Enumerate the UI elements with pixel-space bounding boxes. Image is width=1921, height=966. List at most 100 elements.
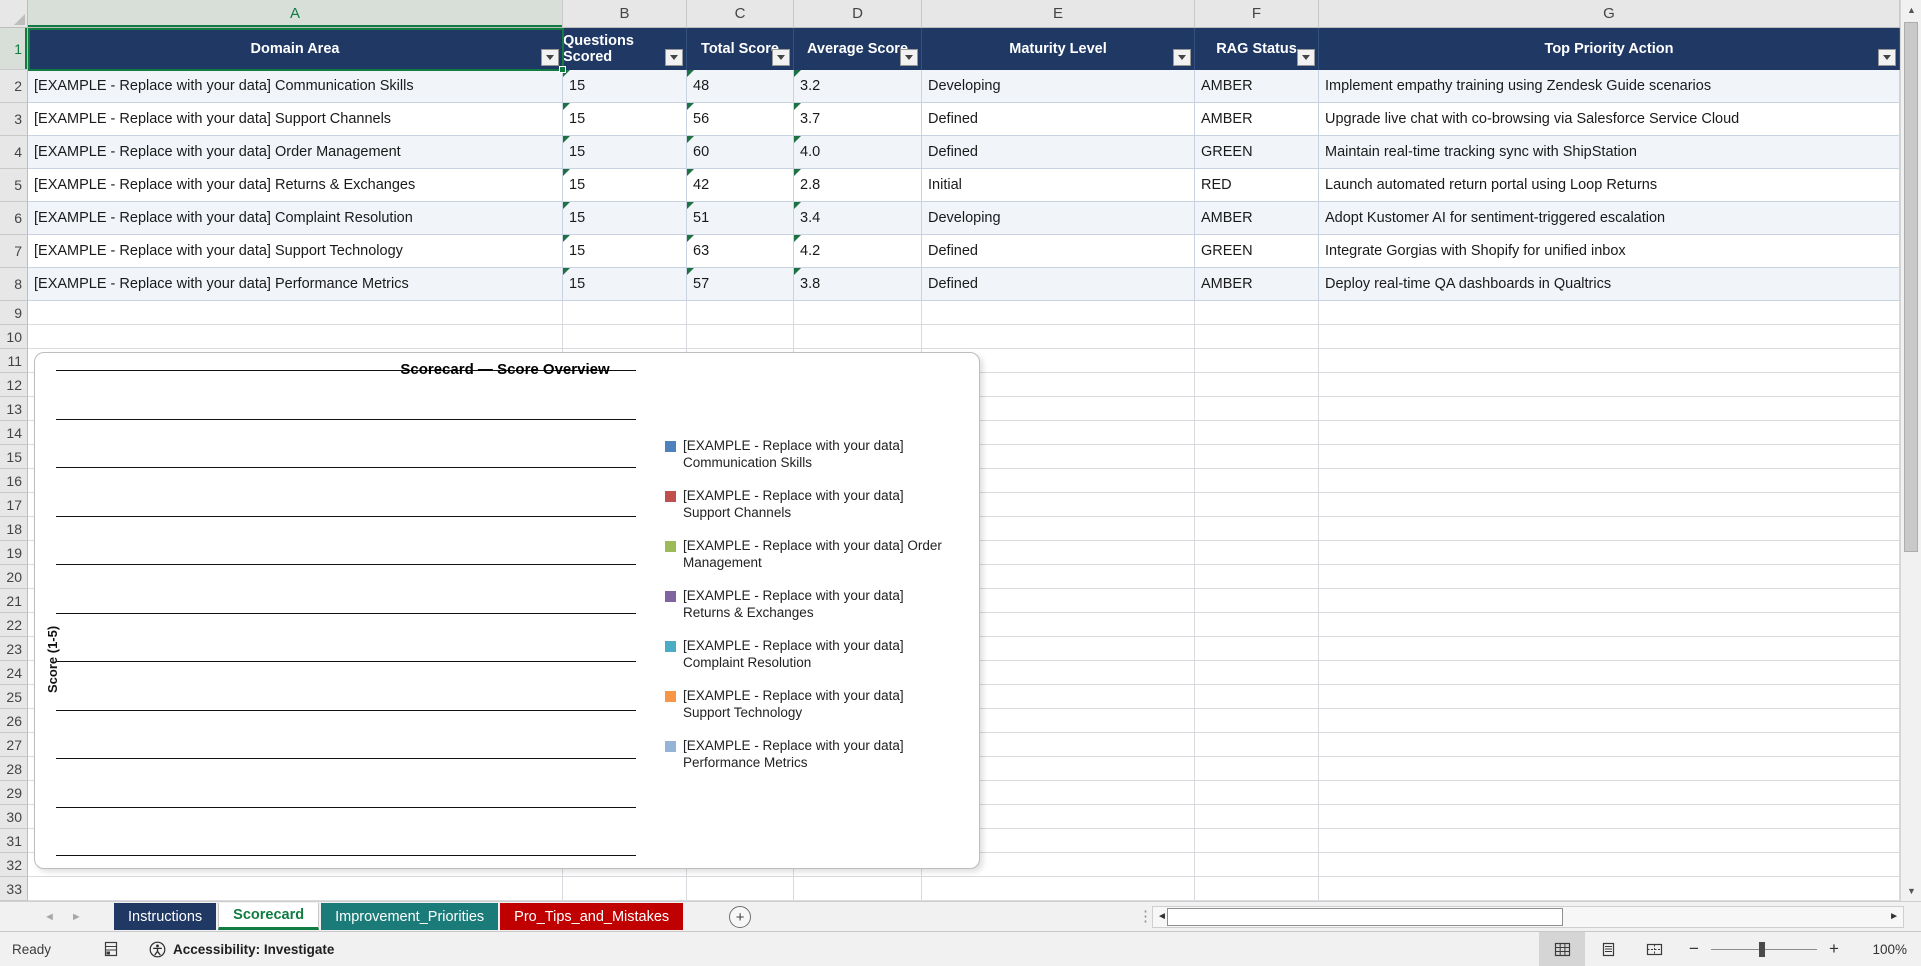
tab-instructions[interactable]: Instructions (114, 903, 217, 930)
row-header-17[interactable]: 17 (0, 493, 28, 517)
cell-G4[interactable]: Maintain real-time tracking sync with Sh… (1319, 136, 1900, 169)
row-header-29[interactable]: 29 (0, 781, 28, 805)
table-header-5[interactable]: RAG Status (1195, 28, 1319, 70)
cell-A7[interactable]: [EXAMPLE - Replace with your data] Suppo… (28, 235, 563, 268)
cell-A3[interactable]: [EXAMPLE - Replace with your data] Suppo… (28, 103, 563, 136)
row-header-9[interactable]: 9 (0, 301, 28, 325)
tab-scrollbar-splitter[interactable]: ⋮ (1138, 907, 1153, 925)
row-header-10[interactable]: 10 (0, 325, 28, 349)
filter-dropdown-button[interactable] (900, 49, 918, 66)
row-header-26[interactable]: 26 (0, 709, 28, 733)
filter-dropdown-button[interactable] (1297, 49, 1315, 66)
cell-C6[interactable]: 51 (687, 202, 794, 235)
grid-cell[interactable] (28, 325, 563, 349)
grid-cell[interactable] (1195, 805, 1319, 829)
grid-cell[interactable] (922, 301, 1195, 325)
cell-A6[interactable]: [EXAMPLE - Replace with your data] Compl… (28, 202, 563, 235)
scroll-up-icon[interactable]: ▲ (1901, 5, 1921, 15)
filter-dropdown-button[interactable] (665, 49, 683, 66)
row-header-3[interactable]: 3 (0, 103, 28, 136)
tab-improvement-priorities[interactable]: Improvement_Priorities (321, 903, 499, 930)
grid-cell[interactable] (687, 301, 794, 325)
grid-cell[interactable] (1319, 613, 1900, 637)
cell-F6[interactable]: AMBER (1195, 202, 1319, 235)
cell-C2[interactable]: 48 (687, 70, 794, 103)
column-header-F[interactable]: F (1195, 0, 1319, 28)
grid-cell[interactable] (1195, 637, 1319, 661)
legend-item[interactable]: [EXAMPLE - Replace with your data] Suppor… (665, 687, 967, 721)
row-header-2[interactable]: 2 (0, 70, 28, 103)
column-header-E[interactable]: E (922, 0, 1195, 28)
cell-D5[interactable]: 2.8 (794, 169, 922, 202)
legend-item[interactable]: [EXAMPLE - Replace with your data] Commun… (665, 437, 967, 471)
row-header-30[interactable]: 30 (0, 805, 28, 829)
table-header-2[interactable]: Total Score (687, 28, 794, 70)
cell-A4[interactable]: [EXAMPLE - Replace with your data] Order… (28, 136, 563, 169)
grid-cell[interactable] (1319, 325, 1900, 349)
cell-D8[interactable]: 3.8 (794, 268, 922, 301)
cell-G5[interactable]: Launch automated return portal using Loo… (1319, 169, 1900, 202)
filter-dropdown-button[interactable] (1878, 49, 1896, 66)
cell-G6[interactable]: Adopt Kustomer AI for sentiment-triggere… (1319, 202, 1900, 235)
tab-scorecard[interactable]: Scorecard (218, 903, 320, 930)
grid-cell[interactable] (1319, 661, 1900, 685)
cell-F8[interactable]: AMBER (1195, 268, 1319, 301)
cell-A8[interactable]: [EXAMPLE - Replace with your data] Perfo… (28, 268, 563, 301)
grid-cell[interactable] (1195, 757, 1319, 781)
grid-cell[interactable] (794, 877, 922, 901)
vertical-scroll-thumb[interactable] (1904, 22, 1918, 552)
legend-item[interactable]: [EXAMPLE - Replace with your data] Perfor… (665, 737, 967, 771)
grid-cell[interactable] (1319, 301, 1900, 325)
scroll-right-icon[interactable]: ► (1889, 911, 1899, 922)
grid-cell[interactable] (1319, 493, 1900, 517)
grid-cell[interactable] (1195, 517, 1319, 541)
grid-cell[interactable] (1319, 805, 1900, 829)
row-header-18[interactable]: 18 (0, 517, 28, 541)
grid-cell[interactable] (1195, 685, 1319, 709)
cell-G8[interactable]: Deploy real-time QA dashboards in Qualtr… (1319, 268, 1900, 301)
table-header-0[interactable]: Domain Area (28, 28, 563, 70)
cell-B8[interactable]: 15 (563, 268, 687, 301)
row-header-4[interactable]: 4 (0, 136, 28, 169)
grid-cell[interactable] (1319, 397, 1900, 421)
row-header-33[interactable]: 33 (0, 877, 28, 901)
cell-D3[interactable]: 3.7 (794, 103, 922, 136)
cell-E4[interactable]: Defined (922, 136, 1195, 169)
cell-A5[interactable]: [EXAMPLE - Replace with your data] Retur… (28, 169, 563, 202)
grid-cell[interactable] (1195, 493, 1319, 517)
grid-cell[interactable] (1319, 541, 1900, 565)
cell-G7[interactable]: Integrate Gorgias with Shopify for unifi… (1319, 235, 1900, 268)
grid-cell[interactable] (1319, 517, 1900, 541)
grid-cell[interactable] (1195, 589, 1319, 613)
cell-E8[interactable]: Defined (922, 268, 1195, 301)
row-header-11[interactable]: 11 (0, 349, 28, 373)
grid-cell[interactable] (28, 877, 563, 901)
zoom-in-button[interactable]: + (1817, 939, 1851, 959)
grid-cell[interactable] (1195, 469, 1319, 493)
row-header-7[interactable]: 7 (0, 235, 28, 268)
cell-D4[interactable]: 4.0 (794, 136, 922, 169)
select-all-corner[interactable] (0, 0, 28, 28)
column-header-B[interactable]: B (563, 0, 687, 28)
row-header-1[interactable]: 1 (0, 28, 28, 70)
row-header-25[interactable]: 25 (0, 685, 28, 709)
grid-cell[interactable] (1319, 373, 1900, 397)
cell-F7[interactable]: GREEN (1195, 235, 1319, 268)
zoom-out-button[interactable]: − (1677, 939, 1711, 959)
cell-C5[interactable]: 42 (687, 169, 794, 202)
cell-B2[interactable]: 15 (563, 70, 687, 103)
grid-cell[interactable] (1319, 685, 1900, 709)
column-header-D[interactable]: D (794, 0, 922, 28)
grid-cell[interactable] (922, 877, 1195, 901)
grid-cell[interactable] (1319, 565, 1900, 589)
tabs-scroll-right-icon[interactable]: ► (71, 911, 82, 923)
filter-dropdown-button[interactable] (1173, 49, 1191, 66)
row-header-14[interactable]: 14 (0, 421, 28, 445)
row-header-32[interactable]: 32 (0, 853, 28, 877)
zoom-level[interactable]: 100% (1851, 942, 1907, 957)
row-header-16[interactable]: 16 (0, 469, 28, 493)
grid-cell[interactable] (1195, 397, 1319, 421)
scroll-left-icon[interactable]: ◄ (1157, 911, 1167, 922)
cell-C3[interactable]: 56 (687, 103, 794, 136)
zoom-slider-thumb[interactable] (1759, 941, 1765, 957)
